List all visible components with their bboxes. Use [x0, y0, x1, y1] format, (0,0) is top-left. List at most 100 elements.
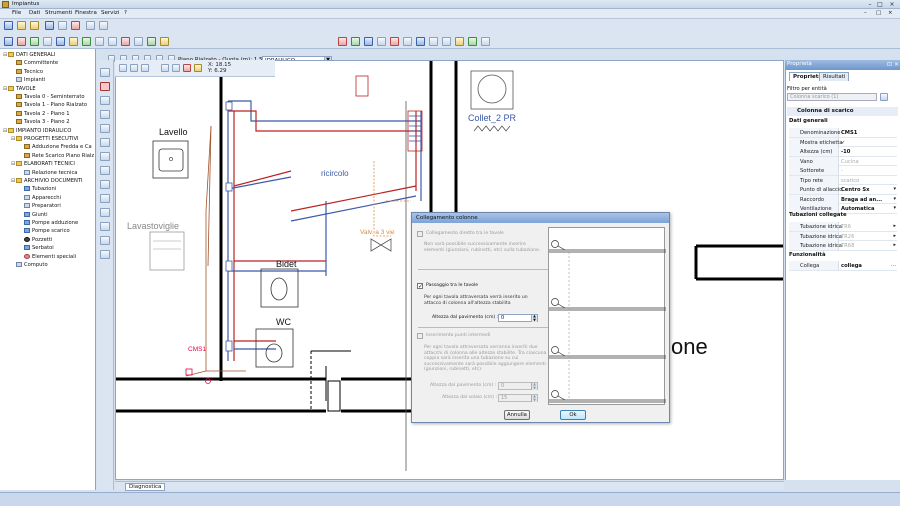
- pan-icon[interactable]: [69, 37, 78, 46]
- delete-icon[interactable]: [71, 21, 80, 30]
- tree-item[interactable]: Preparatori: [19, 203, 61, 209]
- pipe-row[interactable]: Tubazione idrica TR68 ▸: [789, 241, 897, 251]
- tree-item[interactable]: Apparecchi: [19, 194, 61, 201]
- pump-icon[interactable]: [442, 37, 451, 46]
- tree-item[interactable]: Rete Scarico Piano Rialz: [19, 152, 94, 159]
- add-icon[interactable]: [30, 37, 39, 46]
- tree-item[interactable]: Tubazioni: [19, 186, 56, 192]
- fixture-icon[interactable]: [364, 37, 373, 46]
- print-icon[interactable]: [58, 21, 67, 30]
- room-icon[interactable]: [100, 250, 110, 259]
- maximize-icon[interactable]: □: [876, 1, 884, 8]
- connect-icon[interactable]: [147, 37, 156, 46]
- tank-icon[interactable]: [429, 37, 438, 46]
- folder-icon[interactable]: [30, 21, 39, 30]
- property-row[interactable]: Vano Cucina: [789, 156, 897, 166]
- draw-angle-icon[interactable]: [172, 64, 180, 72]
- tree-item[interactable]: Tavola 0 - Seminterrato: [11, 94, 85, 100]
- tree-item[interactable]: Tavola 2 - Piano 1: [11, 110, 70, 117]
- func-row[interactable]: Collega collega …: [789, 261, 897, 271]
- draw-red-icon[interactable]: [183, 64, 191, 72]
- property-row[interactable]: Raccordo Braga ad an... ▾: [789, 194, 897, 204]
- block-icon[interactable]: [100, 194, 110, 203]
- grid-icon[interactable]: [108, 37, 117, 46]
- fitting-icon[interactable]: [377, 37, 386, 46]
- open-icon[interactable]: [17, 21, 26, 30]
- spin-arrows-icon[interactable]: ▲ ▼: [531, 382, 537, 390]
- mdi-minimize-icon[interactable]: –: [864, 10, 867, 16]
- mdi-close-icon[interactable]: ×: [888, 10, 893, 16]
- pipe-icon[interactable]: [351, 37, 360, 46]
- tree-item[interactable]: Pozzetti: [19, 236, 52, 243]
- paste-icon[interactable]: [56, 37, 65, 46]
- property-row[interactable]: Sottorete -: [789, 166, 897, 176]
- mdi-restore-icon[interactable]: □: [876, 10, 881, 16]
- menu-finestra[interactable]: Finestra: [75, 10, 97, 16]
- close-panel-icon[interactable]: ×: [894, 60, 899, 69]
- refresh-icon[interactable]: [82, 37, 91, 46]
- pipe-row[interactable]: Tubazione idrica TR26 ▸: [789, 231, 897, 241]
- tree-item[interactable]: ⊟ ELABORATI TECNICI: [11, 161, 75, 167]
- door-icon[interactable]: [100, 222, 110, 231]
- tree-item[interactable]: Tavola 1 - Piano Rialzato: [11, 102, 87, 108]
- report-icon[interactable]: [481, 37, 490, 46]
- property-row[interactable]: Punto di allaccio Centro Sx ▾: [789, 185, 897, 195]
- opt1-checkbox[interactable]: [417, 231, 423, 237]
- pin-icon[interactable]: ⊡: [887, 60, 892, 69]
- ok-button[interactable]: Ok: [560, 410, 586, 420]
- minimize-icon[interactable]: –: [866, 1, 874, 8]
- opt2-height-input[interactable]: 0 ▲ ▼: [498, 314, 538, 322]
- pipe-row[interactable]: Tubazione idrica TR6 ▸: [789, 222, 897, 232]
- tree-item[interactable]: Pompe adduzione: [19, 220, 78, 226]
- chevron-down-icon[interactable]: ▾: [893, 205, 896, 211]
- tree-item[interactable]: ⊟ TAVOLE: [3, 85, 36, 92]
- collector-icon[interactable]: [416, 37, 425, 46]
- filter-icon[interactable]: [880, 93, 888, 101]
- select-icon[interactable]: [4, 37, 13, 46]
- zoom-fit-icon[interactable]: [141, 64, 149, 72]
- property-row[interactable]: Altezza (cm) -10: [789, 147, 897, 157]
- chevron-down-icon[interactable]: ▾: [893, 196, 896, 202]
- property-row[interactable]: Denominazione CMS1: [789, 128, 897, 138]
- spin-arrows-icon[interactable]: ▲ ▼: [531, 394, 537, 402]
- tree-item[interactable]: Committente: [11, 60, 58, 66]
- opt3-floor-input[interactable]: 0 ▲ ▼: [498, 382, 538, 390]
- tree-item[interactable]: Relazione tecnica: [19, 169, 78, 176]
- manhole-icon[interactable]: [455, 37, 464, 46]
- redo-icon[interactable]: [99, 21, 108, 30]
- tree-item[interactable]: ⊟ IMPIANTO IDRAULICO: [3, 127, 71, 134]
- undo-icon[interactable]: [86, 21, 95, 30]
- arc-icon[interactable]: [100, 138, 110, 147]
- tree-item[interactable]: Giunti: [19, 211, 48, 218]
- draw-line-icon[interactable]: [161, 64, 169, 72]
- chevron-right-icon[interactable]: ▸: [893, 223, 896, 229]
- zoom-in-icon[interactable]: [119, 64, 127, 72]
- window-icon[interactable]: [100, 236, 110, 245]
- cancel-icon[interactable]: [100, 82, 110, 91]
- menu-file[interactable]: File: [12, 10, 21, 16]
- cut-icon[interactable]: [17, 37, 26, 46]
- tree-item[interactable]: Computo: [11, 262, 48, 268]
- text-icon[interactable]: [100, 152, 110, 161]
- cancel-button[interactable]: Annulla: [504, 410, 530, 420]
- chevron-right-icon[interactable]: ▸: [893, 242, 896, 248]
- stop-icon[interactable]: [338, 37, 347, 46]
- tree-item[interactable]: Serbatoi: [19, 245, 54, 251]
- column-icon[interactable]: [403, 37, 412, 46]
- tree-item[interactable]: ⊟ PROGETTI ESECUTIVI: [11, 136, 79, 142]
- tree-item[interactable]: Tavola 3 - Piano 2: [11, 119, 70, 125]
- opt2-checkbox[interactable]: ✓: [417, 283, 423, 290]
- tree-item[interactable]: Impianti: [11, 77, 45, 83]
- save-icon[interactable]: [45, 21, 54, 30]
- menu-servizi[interactable]: Servizi: [101, 10, 119, 16]
- valve-icon[interactable]: [390, 37, 399, 46]
- tree-item[interactable]: Elementi speciali: [19, 253, 76, 260]
- property-row[interactable]: Tipo rete scarico: [789, 175, 897, 185]
- tab-risultati[interactable]: Risultati: [819, 72, 850, 81]
- eraser-icon[interactable]: [121, 37, 130, 46]
- tree-item[interactable]: Adduzione Fredda e Ca: [19, 144, 92, 150]
- dimension-icon[interactable]: [100, 166, 110, 175]
- property-row[interactable]: Mostra etichetta ✓: [789, 137, 897, 147]
- menu-help[interactable]: ?: [124, 10, 127, 16]
- menu-dati[interactable]: Dati: [29, 10, 40, 16]
